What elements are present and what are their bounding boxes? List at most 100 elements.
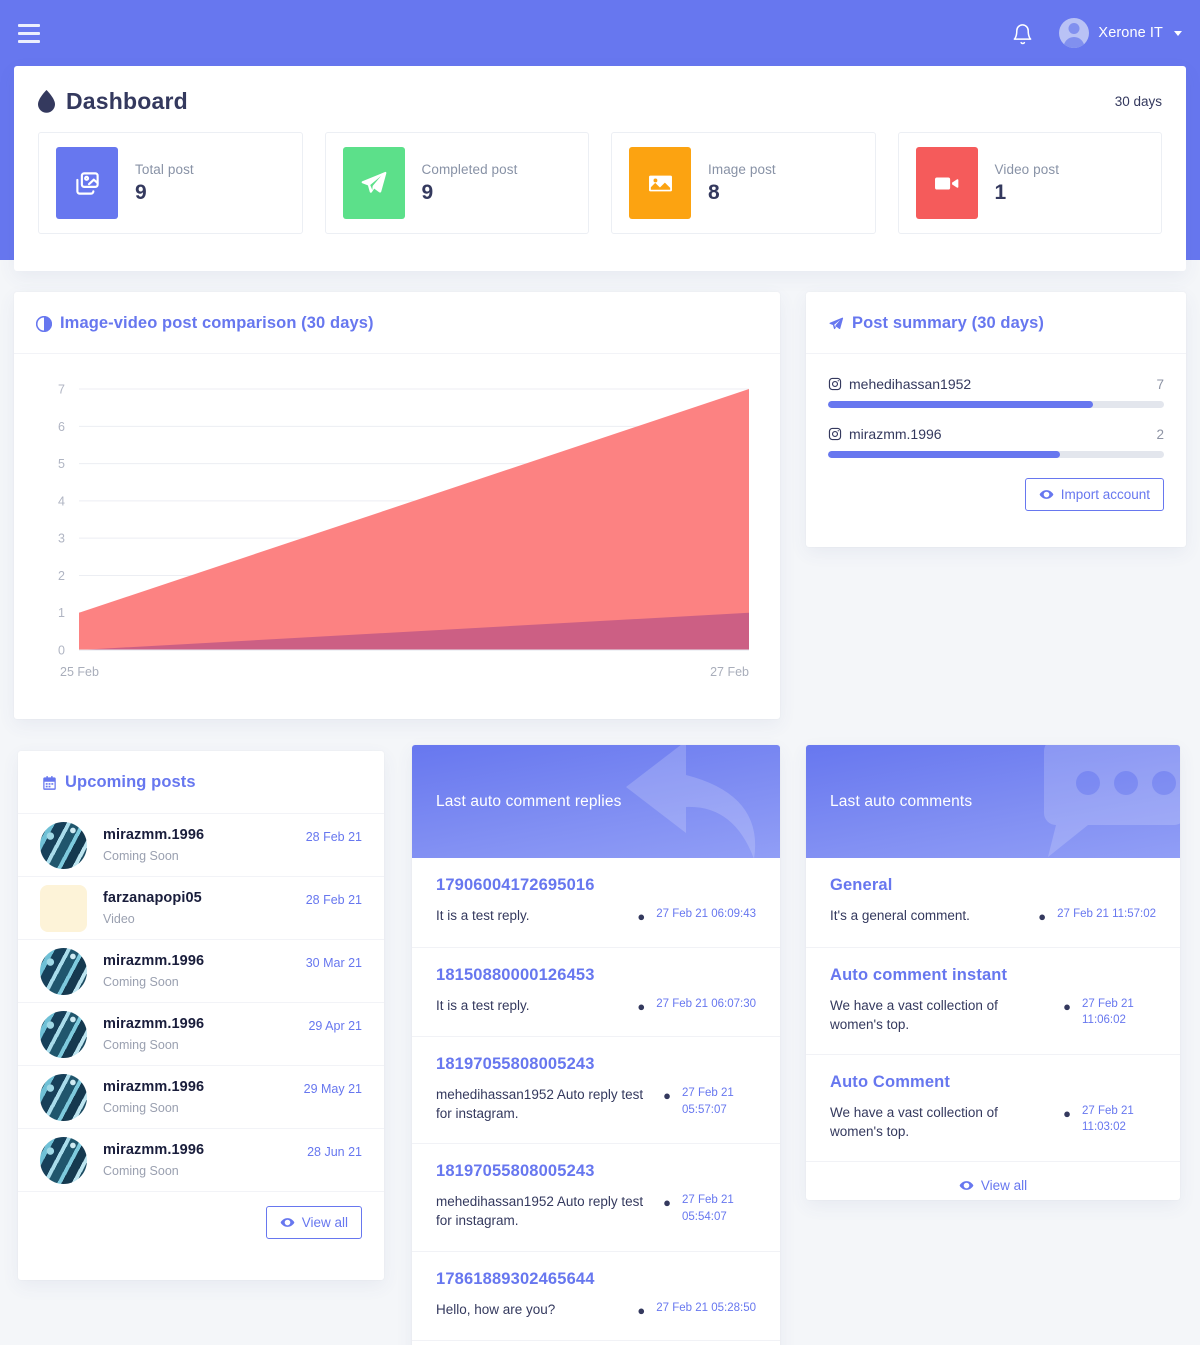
stat-card-list: Total post 9 Completed post 9 Image post… (14, 115, 1186, 234)
avatar (40, 821, 87, 869)
post-username: mirazmm.1996 (103, 1079, 205, 1095)
y-axis-tick: 0 (58, 644, 65, 658)
reply-item[interactable]: 17861889302465644 Hello, how are you? ● … (412, 1252, 780, 1342)
y-axis-tick: 2 (58, 569, 65, 583)
stat-value: 9 (135, 180, 147, 204)
comment-timestamp: 27 Feb 21 11:57:02 (1057, 908, 1156, 920)
stat-text: Video post 1 (995, 162, 1060, 205)
upcoming-view-all-button[interactable]: View all (265, 1206, 362, 1239)
comment-title: Auto comment instant (830, 965, 1008, 984)
post-date: 28 Feb 21 (305, 830, 362, 844)
comment-text: We have a vast collection of women's top… (830, 997, 998, 1032)
comment-item[interactable]: Auto comment instant We have a vast coll… (806, 948, 1180, 1055)
list-item[interactable]: mirazmm.1996 Coming Soon 29 Apr 21 (18, 1003, 384, 1066)
bell-icon[interactable] (1012, 22, 1033, 45)
eye-icon (959, 1178, 974, 1193)
comments-view-all-label: View all (980, 1178, 1028, 1194)
comment-item[interactable]: General It's a general comment. ● 27 Feb… (806, 858, 1180, 948)
post-username: mirazmm.1996 (103, 953, 205, 969)
separator-dot: ● (1038, 909, 1047, 924)
reply-text: It is a test reply. (436, 908, 530, 923)
separator-dot: ● (1063, 998, 1071, 1014)
post-status: Video (103, 912, 135, 926)
instagram-icon (828, 427, 842, 441)
y-axis-tick: 4 (58, 494, 65, 508)
reply-text: mehedihassan1952 Auto reply test for ins… (436, 1194, 644, 1229)
chart-card-title: Image-video post comparison (30 days) (35, 314, 374, 333)
upcoming-posts-header: Upcoming posts (18, 751, 384, 814)
reply-timestamp: 27 Feb 21 06:07:30 (656, 997, 756, 1010)
reply-timestamp: 27 Feb 21 05:57:07 (682, 1087, 734, 1116)
list-item[interactable]: farzanapopi05 Video 28 Feb 21 (18, 877, 384, 940)
list-item-main: mirazmm.1996 Coming Soon (103, 1079, 288, 1115)
video-icon (915, 147, 978, 219)
summary-account-name: mirazmm.1996 (849, 426, 942, 442)
paper-plane-icon (828, 316, 844, 332)
upcoming-posts-footer: View all (18, 1192, 384, 1259)
reply-item[interactable]: 18197055808005243 mehedihassan1952 Auto … (412, 1037, 780, 1145)
separator-dot: ● (637, 909, 646, 924)
y-axis-tick: 5 (58, 457, 65, 471)
upcoming-posts-title: Upcoming posts (42, 773, 362, 792)
list-item[interactable]: mirazmm.1996 Coming Soon 28 Feb 21 (18, 814, 384, 877)
summary-account-count: 7 (1156, 376, 1164, 392)
eye-icon (1039, 487, 1054, 502)
post-username: mirazmm.1996 (103, 1016, 205, 1032)
instagram-icon (828, 377, 842, 391)
post-summary-actions: Import account (828, 476, 1164, 511)
stat-card-total-post[interactable]: Total post 9 (38, 132, 303, 234)
post-summary-body: mehedihassan1952 7 mirazmm.1996 2 Import… (806, 354, 1186, 511)
reply-item[interactable]: 18150880000126453 It is a test reply. ● … (412, 948, 780, 1037)
comment-timestamp: 27 Feb 21 11:06:02 (1082, 997, 1134, 1027)
list-item-main: mirazmm.1996 Coming Soon (103, 1142, 291, 1178)
date-range-label: 30 days (1114, 94, 1162, 109)
reply-text: mehedihassan1952 Auto reply test for ins… (436, 1087, 644, 1122)
hamburger-icon[interactable] (14, 18, 44, 48)
post-summary-header: Post summary (30 days) (806, 292, 1186, 354)
reply-text: Hello, how are you? (436, 1301, 556, 1317)
y-axis-tick: 1 (58, 606, 65, 620)
comments-view-all-button[interactable]: View all (959, 1178, 1027, 1193)
page-title-text: Dashboard (66, 88, 188, 114)
comment-item[interactable]: Auto Comment We have a vast collection o… (806, 1055, 1180, 1163)
comments-card-footer: View all (806, 1162, 1180, 1200)
images-icon (56, 147, 118, 219)
avatar (40, 1136, 87, 1184)
calendar-icon (42, 775, 57, 791)
last-auto-comment-replies-card: Last auto comment replies 17906004172695… (412, 745, 780, 1345)
post-username: mirazmm.1996 (103, 1142, 205, 1158)
summary-progress-fill (828, 401, 1094, 408)
x-axis-tick: 27 Feb (710, 665, 749, 679)
post-username: farzanapopi05 (103, 890, 202, 906)
chart-card-header: Image-video post comparison (30 days) (14, 292, 780, 354)
upcoming-posts-title-text: Upcoming posts (65, 773, 196, 791)
area-series-image-post (79, 389, 749, 650)
list-item[interactable]: mirazmm.1996 Coming Soon 28 Jun 21 (18, 1129, 384, 1192)
stat-card-completed-post[interactable]: Completed post 9 (324, 132, 589, 234)
avatar (40, 947, 87, 995)
import-account-button[interactable]: Import account (1024, 478, 1164, 511)
reply-item[interactable]: 17906004172695016 It is a test reply. ● … (412, 858, 780, 948)
reply-text: It is a test reply. (436, 997, 530, 1013)
stat-card-video-post[interactable]: Video post 1 (897, 132, 1162, 234)
import-account-label: Import account (1060, 487, 1150, 502)
reply-id: 18150880000126453 (436, 965, 595, 984)
list-item[interactable]: mirazmm.1996 Coming Soon 29 May 21 (18, 1066, 384, 1129)
reply-timestamp: 27 Feb 21 05:54:07 (682, 1194, 734, 1223)
reply-timestamp: 27 Feb 21 06:09:43 (656, 908, 756, 920)
summary-progress-track (828, 451, 1164, 458)
list-item-main: mirazmm.1996 Coming Soon (103, 1016, 292, 1052)
post-summary-title: Post summary (30 days) (828, 314, 1044, 333)
avatar (40, 884, 87, 932)
summary-account-count: 2 (1156, 426, 1164, 442)
comment-text: It's a general comment. (830, 908, 970, 923)
list-item[interactable]: mirazmm.1996 Coming Soon 30 Mar 21 (18, 940, 384, 1003)
stat-label: Completed post (421, 161, 518, 177)
stat-card-image-post[interactable]: Image post 8 (611, 132, 876, 234)
summary-account-name: mehedihassan1952 (849, 376, 972, 392)
post-summary-title-text: Post summary (30 days) (852, 314, 1045, 332)
post-status: Coming Soon (103, 1164, 179, 1178)
user-menu[interactable]: Xerone IT (1059, 18, 1182, 48)
post-status: Coming Soon (103, 1101, 179, 1115)
reply-item[interactable]: 18197055808005243 mehedihassan1952 Auto … (412, 1144, 780, 1252)
